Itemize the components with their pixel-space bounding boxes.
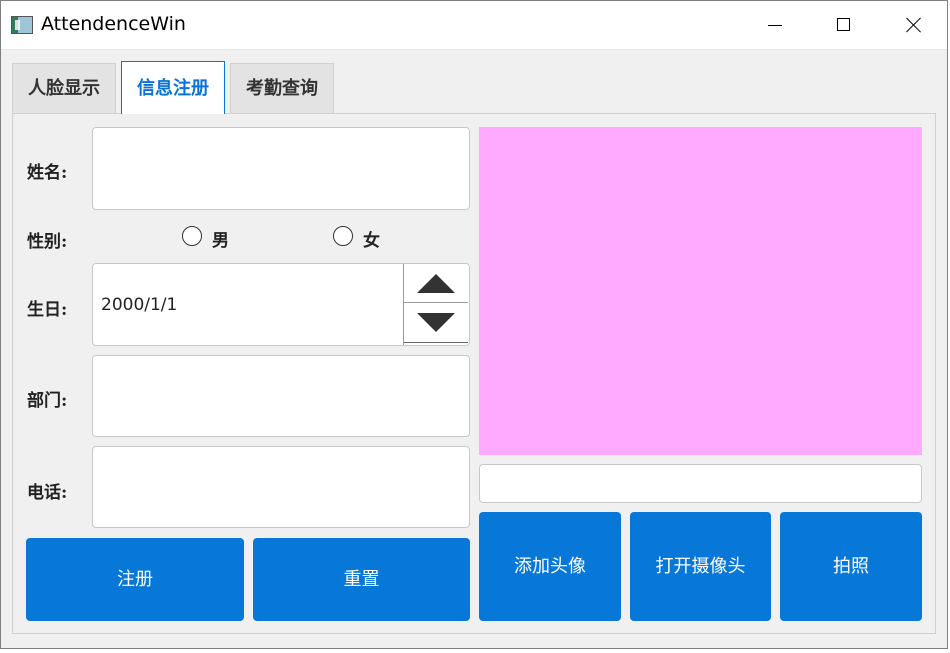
register-button[interactable]: 注册 [26,538,244,621]
close-button[interactable] [879,1,947,49]
take-photo-button[interactable]: 拍照 [780,512,922,621]
tab-face-display[interactable]: 人脸显示 [12,63,116,113]
minimize-button[interactable] [741,1,809,49]
name-label: 姓名: [27,163,68,183]
gender-male-radio[interactable] [182,226,202,246]
close-icon [906,17,922,33]
gender-male-label[interactable]: 男 [212,226,229,251]
avatar-path-input[interactable] [479,464,922,503]
birthday-label: 生日: [27,300,68,320]
tab-info-register[interactable]: 信息注册 [121,61,225,114]
maximize-button[interactable] [809,1,877,49]
birthday-date-input[interactable]: 2000/1/1 [92,263,470,346]
maximize-icon [837,18,850,31]
window-title: AttendenceWin [41,13,186,35]
triangle-up-icon [417,274,455,293]
triangle-down-icon [417,313,455,332]
date-spinner [403,264,468,345]
gender-female-label[interactable]: 女 [363,226,380,251]
phone-label: 电话: [27,483,68,503]
spin-up-button[interactable] [404,264,468,303]
reset-button[interactable]: 重置 [253,538,470,621]
birthday-value[interactable]: 2000/1/1 [101,295,177,315]
spin-down-button[interactable] [404,303,468,343]
open-camera-button[interactable]: 打开摄像头 [630,512,771,621]
gender-label: 性别: [27,232,68,252]
add-avatar-button[interactable]: 添加头像 [479,512,621,621]
department-label: 部门: [27,391,68,411]
minimize-icon [768,25,782,26]
gender-female-radio[interactable] [333,226,353,246]
department-input[interactable] [92,355,470,437]
phone-input[interactable] [92,446,470,528]
app-window-icon [11,16,33,34]
name-input[interactable] [92,127,470,210]
title-bar[interactable]: AttendenceWin [1,1,947,50]
photo-preview [479,127,922,455]
tab-attendance-query[interactable]: 考勤查询 [230,63,334,113]
